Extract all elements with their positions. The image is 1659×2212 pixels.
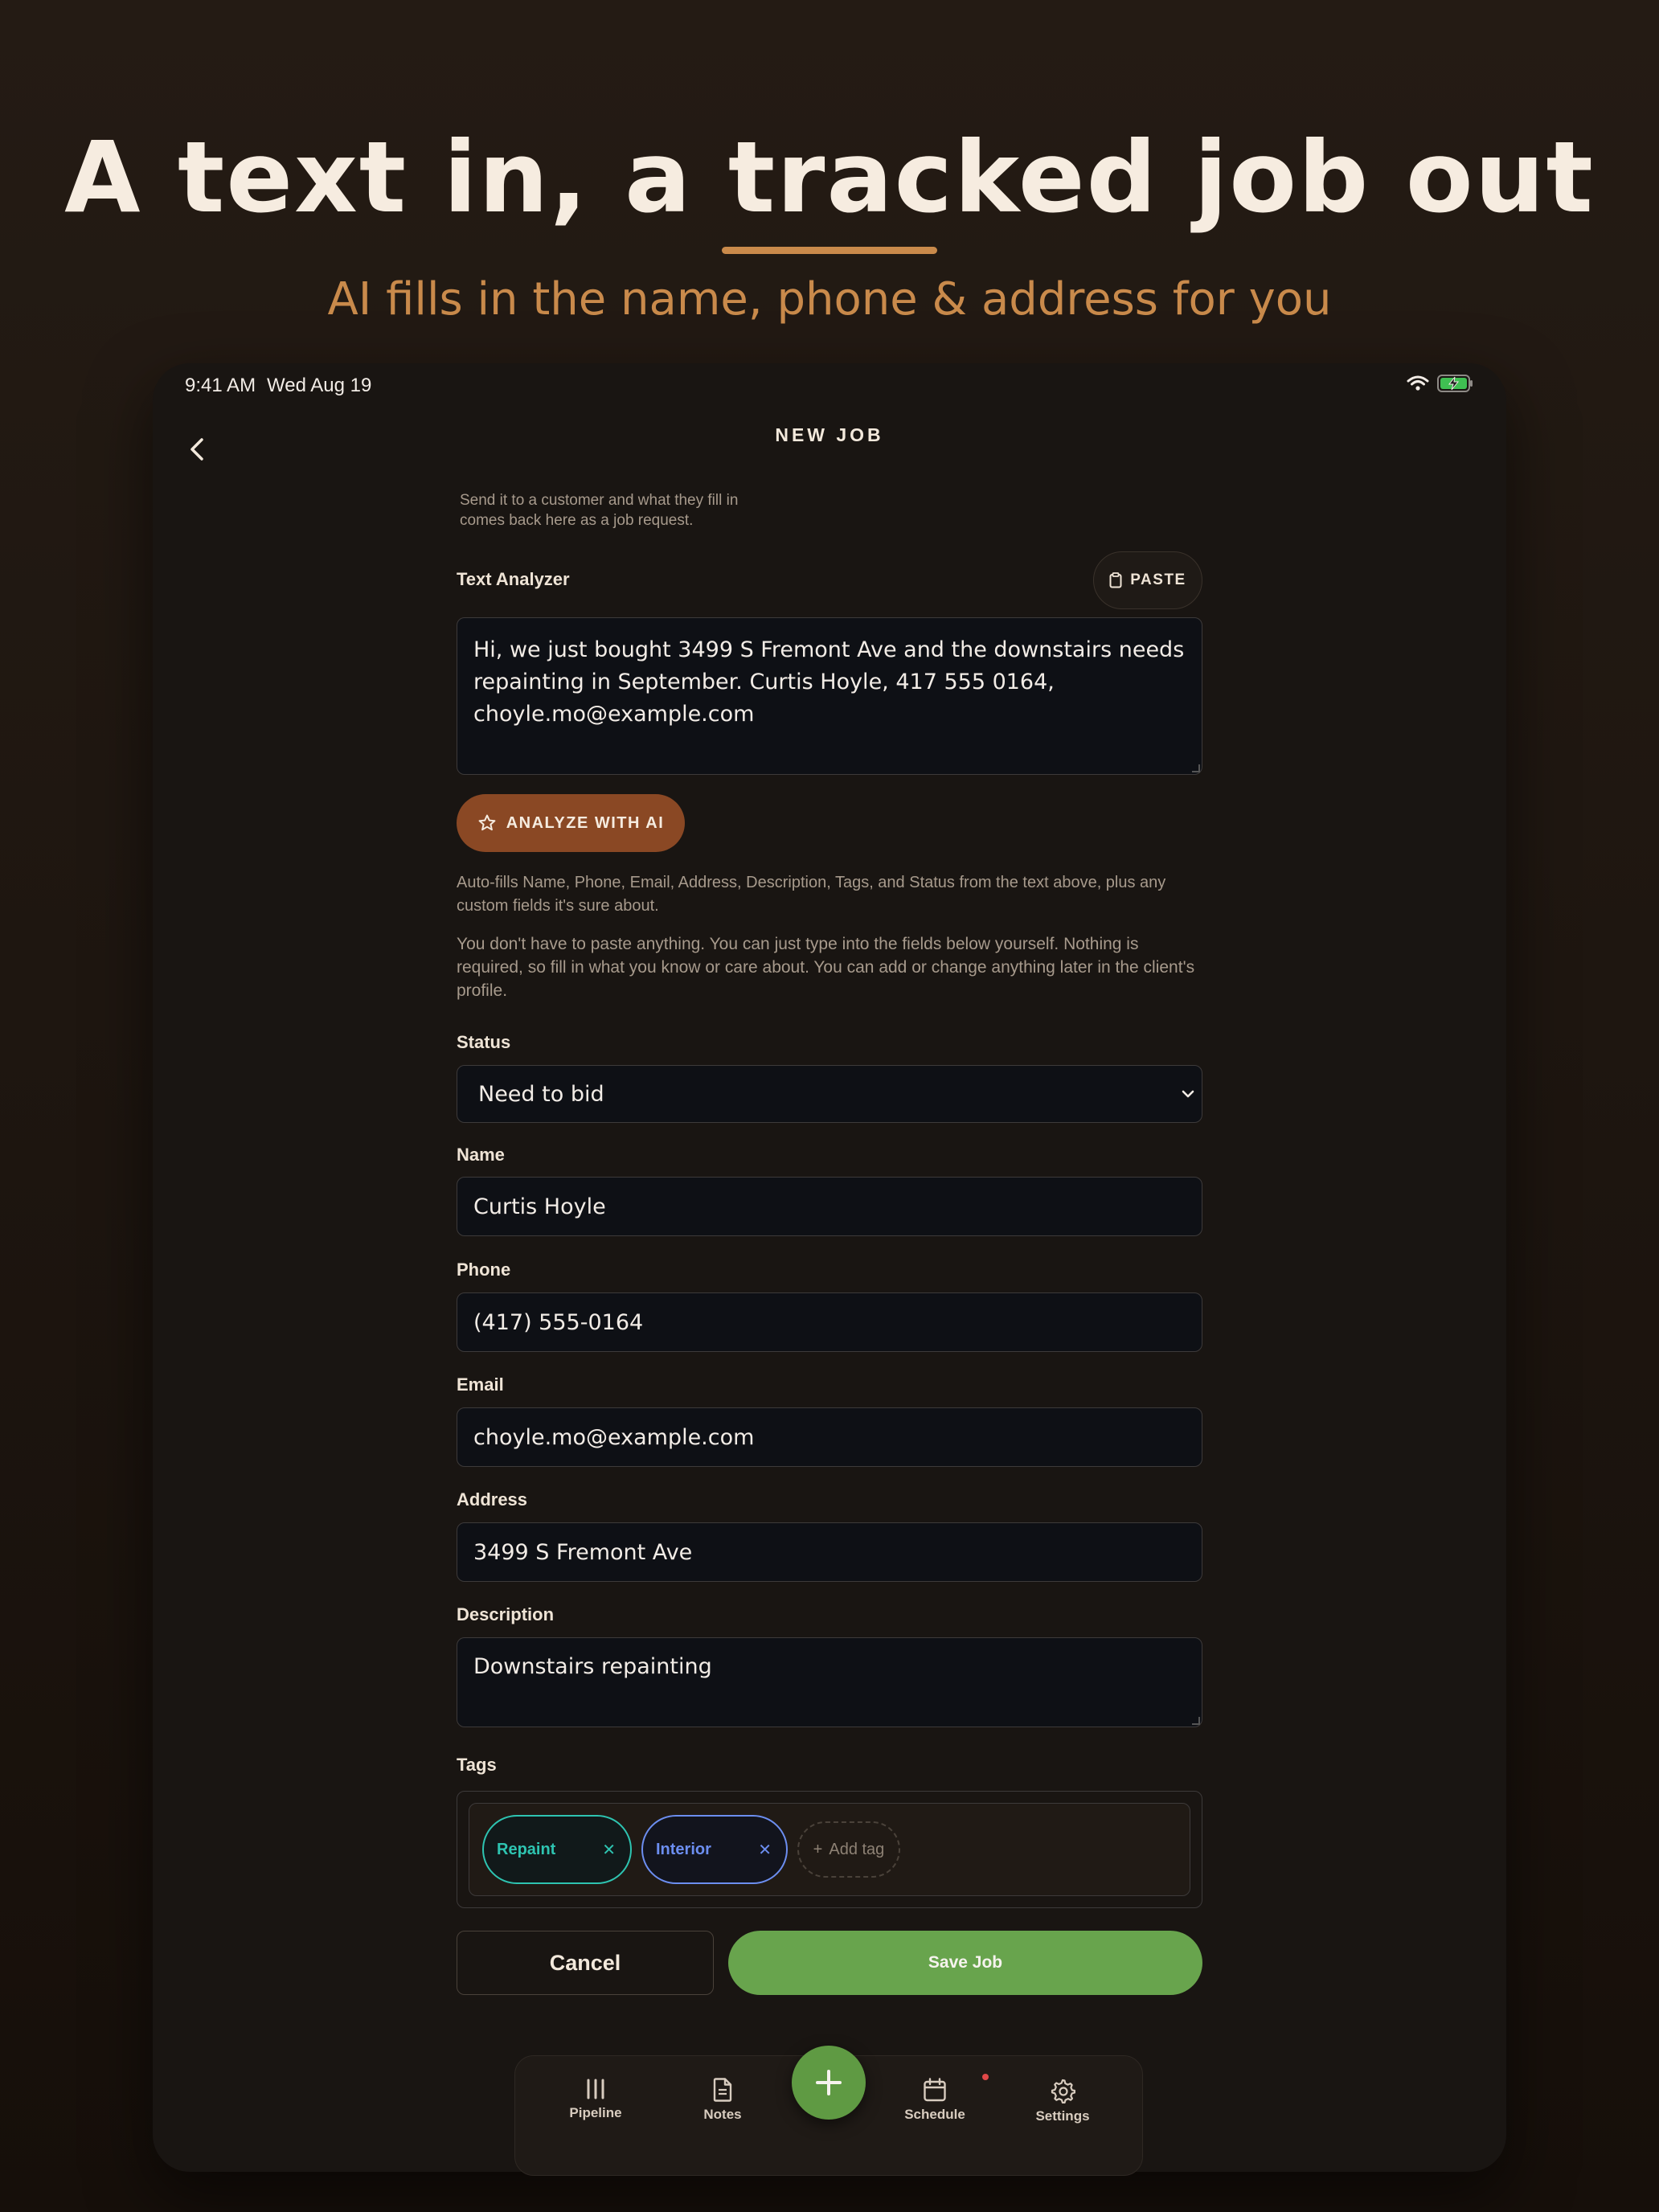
paste-label: PASTE: [1130, 571, 1186, 588]
tags-label: Tags: [457, 1755, 497, 1775]
notification-dot: [982, 2074, 989, 2080]
plus-icon: +: [813, 1840, 823, 1858]
add-tag-button[interactable]: + Add tag: [797, 1821, 900, 1878]
tablet-screen: 9:41 AM Wed Aug 19 NEW JOB Send it to a …: [153, 363, 1506, 2172]
description-label: Description: [457, 1604, 555, 1624]
tab-label: Notes: [703, 2107, 742, 2122]
hero-title: A text in, a tracked job out: [64, 121, 1595, 235]
nav-header: [153, 412, 1506, 484]
text-analyzer-label: Text Analyzer: [457, 569, 570, 589]
add-tag-label: Add tag: [829, 1840, 885, 1858]
email-field[interactable]: choyle.mo@example.com: [457, 1407, 1202, 1467]
name-value: Curtis Hoyle: [473, 1194, 606, 1219]
tab-settings[interactable]: Settings: [1014, 2078, 1111, 2124]
description-value: Downstairs repainting: [473, 1654, 712, 1679]
analyze-label: ANALYZE WITH AI: [506, 813, 665, 832]
resize-handle[interactable]: [1192, 764, 1200, 772]
status-bar: 9:41 AM Wed Aug 19: [153, 363, 1506, 408]
notes-icon: [713, 2078, 732, 2102]
resize-handle[interactable]: [1192, 1717, 1200, 1725]
status-icons: [1407, 375, 1474, 392]
status-label: Status: [457, 1032, 511, 1052]
phone-value: (417) 555-0164: [473, 1309, 644, 1335]
text-analyzer-input[interactable]: Hi, we just bought 3499 S Fremont Ave an…: [457, 617, 1202, 775]
manual-entry-note: You don't have to paste anything. You ca…: [457, 935, 1195, 1000]
tag-label: Repaint: [497, 1840, 556, 1858]
address-field[interactable]: 3499 S Fremont Ave: [457, 1522, 1202, 1582]
tab-label: Settings: [1035, 2108, 1090, 2124]
pipeline-icon: [587, 2079, 604, 2099]
paste-button[interactable]: PASTE: [1093, 551, 1202, 609]
save-job-button[interactable]: Save Job: [728, 1931, 1202, 1995]
clipboard-icon: [1109, 572, 1122, 588]
gear-icon: [1051, 2079, 1075, 2103]
cancel-button[interactable]: Cancel: [457, 1931, 714, 1995]
page-title: NEW JOB: [775, 424, 884, 445]
plus-icon: [816, 2070, 842, 2095]
star-icon: [478, 814, 496, 831]
add-job-fab[interactable]: [792, 2046, 866, 2120]
tab-notes[interactable]: Notes: [674, 2078, 771, 2123]
hero-underline: [722, 247, 937, 254]
battery-charging-icon: [1437, 375, 1473, 392]
tab-label: Pipeline: [569, 2105, 622, 2120]
chevron-down-icon: [1182, 1090, 1194, 1098]
analyze-with-ai-button[interactable]: ANALYZE WITH AI: [457, 794, 685, 852]
name-field[interactable]: Curtis Hoyle: [457, 1177, 1202, 1236]
tag-chip-repaint[interactable]: Repaint ✕: [482, 1815, 632, 1884]
intro-note: Send it to a customer and what they fill…: [460, 492, 739, 529]
close-icon[interactable]: ✕: [758, 1840, 772, 1860]
name-label: Name: [457, 1145, 505, 1165]
address-label: Address: [457, 1489, 528, 1509]
analyzer-helper-text: Auto-fills Name, Phone, Email, Address, …: [457, 874, 1166, 915]
close-icon[interactable]: ✕: [602, 1840, 616, 1860]
tags-container: Repaint ✕ Interior ✕ + Add tag: [457, 1791, 1202, 1908]
tag-label: Interior: [656, 1840, 711, 1858]
tags-input[interactable]: Repaint ✕ Interior ✕ + Add tag: [469, 1803, 1190, 1896]
address-value: 3499 S Fremont Ave: [473, 1539, 693, 1565]
description-field[interactable]: Downstairs repainting: [457, 1637, 1202, 1727]
tab-pipeline[interactable]: Pipeline: [547, 2078, 644, 2121]
tab-schedule[interactable]: Schedule: [887, 2078, 983, 2123]
hero-subtitle: AI fills in the name, phone & address fo…: [327, 273, 1332, 326]
phone-field[interactable]: (417) 555-0164: [457, 1292, 1202, 1352]
tab-label: Schedule: [904, 2107, 965, 2122]
text-analyzer-value: Hi, we just bought 3499 S Fremont Ave an…: [473, 637, 1185, 727]
email-label: Email: [457, 1374, 504, 1395]
calendar-icon: [924, 2078, 946, 2102]
status-select[interactable]: Need to bid: [457, 1065, 1202, 1123]
status-value: Need to bid: [478, 1081, 604, 1107]
wifi-icon: [1407, 375, 1429, 391]
phone-label: Phone: [457, 1260, 511, 1280]
tag-chip-interior[interactable]: Interior ✕: [641, 1815, 788, 1884]
status-date: Wed Aug 19: [267, 375, 372, 396]
status-time: 9:41 AM: [185, 375, 256, 396]
email-value: choyle.mo@example.com: [473, 1424, 755, 1450]
